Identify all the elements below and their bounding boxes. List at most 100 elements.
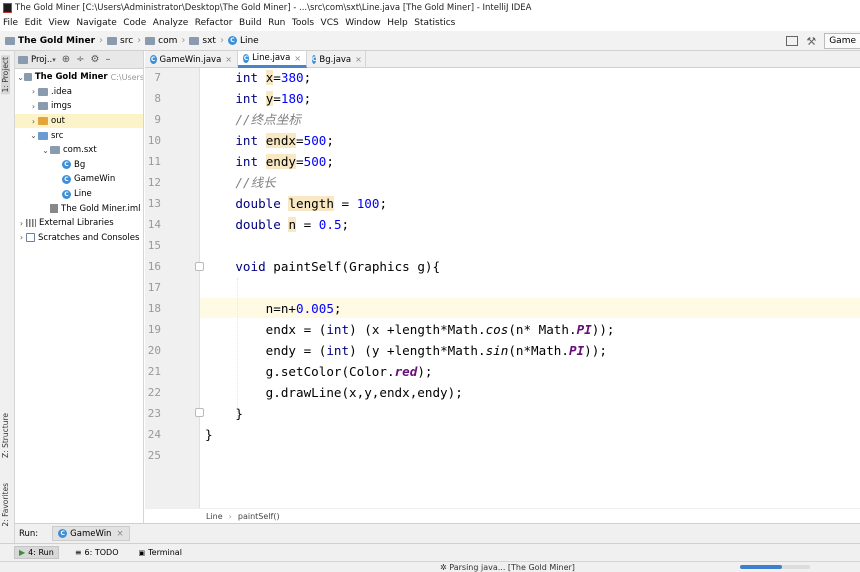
tab-gamewin[interactable]: C GameWin.java × <box>145 51 238 68</box>
tree-item-label: src <box>51 130 64 141</box>
tree-item[interactable]: ⌄ src <box>15 128 143 143</box>
project-tool-tab[interactable]: 1: Project <box>1 55 10 95</box>
menu-analyze[interactable]: Analyze <box>153 18 188 28</box>
tree-item[interactable]: › imgs <box>15 99 143 114</box>
tree-item[interactable]: › Scratches and Consoles <box>15 231 143 246</box>
tab-run[interactable]: ▶ 4: Run <box>14 546 59 559</box>
chevron-right-icon[interactable]: › <box>29 117 38 126</box>
title-bar: The Gold Miner [C:\Users\Administrator\D… <box>0 0 860 15</box>
chevron-down-icon[interactable]: ▾ <box>52 56 56 64</box>
chevron-right-icon[interactable]: › <box>29 87 38 96</box>
code-breadcrumb: Line › paintSelf() <box>145 508 860 524</box>
code-text[interactable]: int x=380; int y=180; //终点坐标 int endx=50… <box>205 68 614 442</box>
breadcrumb-method[interactable]: paintSelf() <box>238 512 280 521</box>
tree-item[interactable]: C Line <box>15 187 143 202</box>
tree-item[interactable]: ⌄ The Gold Miner C:\Users <box>15 70 143 85</box>
code-line: n=n+0.005; <box>205 301 342 316</box>
folder-icon <box>24 73 32 82</box>
nav-crumb-src[interactable]: src <box>107 36 133 46</box>
indexing-progress-bar[interactable] <box>740 565 810 569</box>
menu-vcs[interactable]: VCS <box>321 18 339 28</box>
run-tab-gamewin[interactable]: C GameWin × <box>52 526 130 541</box>
tree-item-label: The Gold Miner <box>34 72 108 83</box>
status-bar: ✲ Parsing java... [The Gold Miner] <box>0 561 860 572</box>
tab-line[interactable]: C Line.java × <box>238 51 307 68</box>
nav-crumb-line[interactable]: C Line <box>227 36 259 46</box>
menu-refactor[interactable]: Refactor <box>195 18 233 28</box>
tree-item[interactable]: › out <box>15 113 143 129</box>
project-panel: Proj.. ▾ ⊕ ÷ ⚙ – ⌄ The Gold Miner C:\Users ›… <box>15 51 144 523</box>
close-icon[interactable]: × <box>225 55 232 64</box>
menu-view[interactable]: View <box>49 18 70 28</box>
structure-tool-tab[interactable]: Z: Structure <box>1 413 10 458</box>
chevron-right-icon: › <box>137 35 142 46</box>
line-number: 19 <box>147 323 161 336</box>
run-configuration-select[interactable]: Game <box>824 33 860 49</box>
menu-help[interactable]: Help <box>387 18 408 28</box>
tree-item-label: Bg <box>74 159 86 170</box>
intellij-app-icon <box>3 2 12 13</box>
menu-window[interactable]: Window <box>345 18 381 28</box>
line-number: 9 <box>154 113 161 126</box>
menu-edit[interactable]: Edit <box>25 18 42 28</box>
close-icon[interactable]: × <box>355 55 362 64</box>
module-file-icon <box>50 204 58 214</box>
line-number: 8 <box>154 92 161 105</box>
code-line: endx = (int) (x +length*Math.cos(n* Math… <box>205 322 615 337</box>
tree-item[interactable]: C GameWin <box>15 172 143 187</box>
code-editor[interactable]: 7 8 9 10 11 12 13 14 15 16 17 18 19 20 2… <box>145 68 860 508</box>
chevron-right-icon[interactable]: › <box>17 219 26 228</box>
menu-code[interactable]: Code <box>123 18 146 28</box>
fold-icon[interactable] <box>195 408 204 417</box>
minimize-icon[interactable]: – <box>106 54 111 65</box>
tab-terminal[interactable]: ▣ Terminal <box>135 547 186 558</box>
menu-tools[interactable]: Tools <box>292 18 314 28</box>
nav-crumb-sxt[interactable]: sxt <box>189 36 216 46</box>
collapse-all-icon[interactable]: ÷ <box>76 54 84 65</box>
tree-item[interactable]: The Gold Miner.iml <box>15 201 143 216</box>
tree-item[interactable]: C Bg <box>15 158 143 173</box>
project-view-select[interactable]: Proj.. <box>31 55 52 65</box>
close-icon[interactable]: × <box>116 529 123 539</box>
breadcrumb-class[interactable]: Line <box>206 512 223 521</box>
line-number: 12 <box>147 176 161 189</box>
code-line: int x=380; <box>235 70 312 85</box>
close-icon[interactable]: × <box>294 54 301 63</box>
code-line: int y=180; <box>235 91 312 106</box>
fold-icon[interactable] <box>195 262 204 271</box>
tree-item[interactable]: ⌄ com.sxt <box>15 143 143 158</box>
menu-build[interactable]: Build <box>239 18 262 28</box>
chevron-down-icon[interactable]: ⌄ <box>41 146 50 155</box>
chevron-right-icon: › <box>219 35 224 46</box>
tab-bg[interactable]: C Bg.java × <box>307 51 366 68</box>
folder-icon <box>107 36 118 45</box>
menu-run[interactable]: Run <box>268 18 285 28</box>
target-icon[interactable]: ⊕ <box>62 54 70 65</box>
editor-tab-bar: C GameWin.java × C Line.java × C Bg.java × <box>145 51 860 68</box>
tree-item[interactable]: › External Libraries <box>15 216 143 231</box>
nav-crumb-com[interactable]: com <box>145 36 177 46</box>
package-icon <box>50 146 60 155</box>
menu-file[interactable]: File <box>3 18 18 28</box>
nav-crumb-project[interactable]: The Gold Miner <box>5 36 95 46</box>
navigation-bar: The Gold Miner › src › com › sxt › C Line… <box>0 31 860 51</box>
chevron-down-icon[interactable]: ⌄ <box>17 73 24 82</box>
code-line: //线长 <box>235 175 276 190</box>
chevron-right-icon[interactable]: › <box>29 102 38 111</box>
favorites-tool-tab[interactable]: 2: Favorites <box>1 483 10 527</box>
chevron-down-icon[interactable]: ⌄ <box>29 131 38 140</box>
chevron-right-icon[interactable]: › <box>17 233 26 242</box>
project-structure-icon[interactable] <box>786 36 799 46</box>
line-number: 7 <box>154 71 161 84</box>
gear-icon[interactable]: ⚙ <box>91 54 100 65</box>
tree-item-label: out <box>51 116 65 127</box>
tab-todo[interactable]: ≡ 6: TODO <box>71 547 123 558</box>
tree-item[interactable]: › .idea <box>15 85 143 100</box>
line-number: 20 <box>147 344 161 357</box>
build-hammer-icon[interactable]: ⚒ <box>806 35 816 48</box>
menu-navigate[interactable]: Navigate <box>76 18 116 28</box>
menu-statistics[interactable]: Statistics <box>414 18 455 28</box>
line-number: 10 <box>147 134 161 147</box>
